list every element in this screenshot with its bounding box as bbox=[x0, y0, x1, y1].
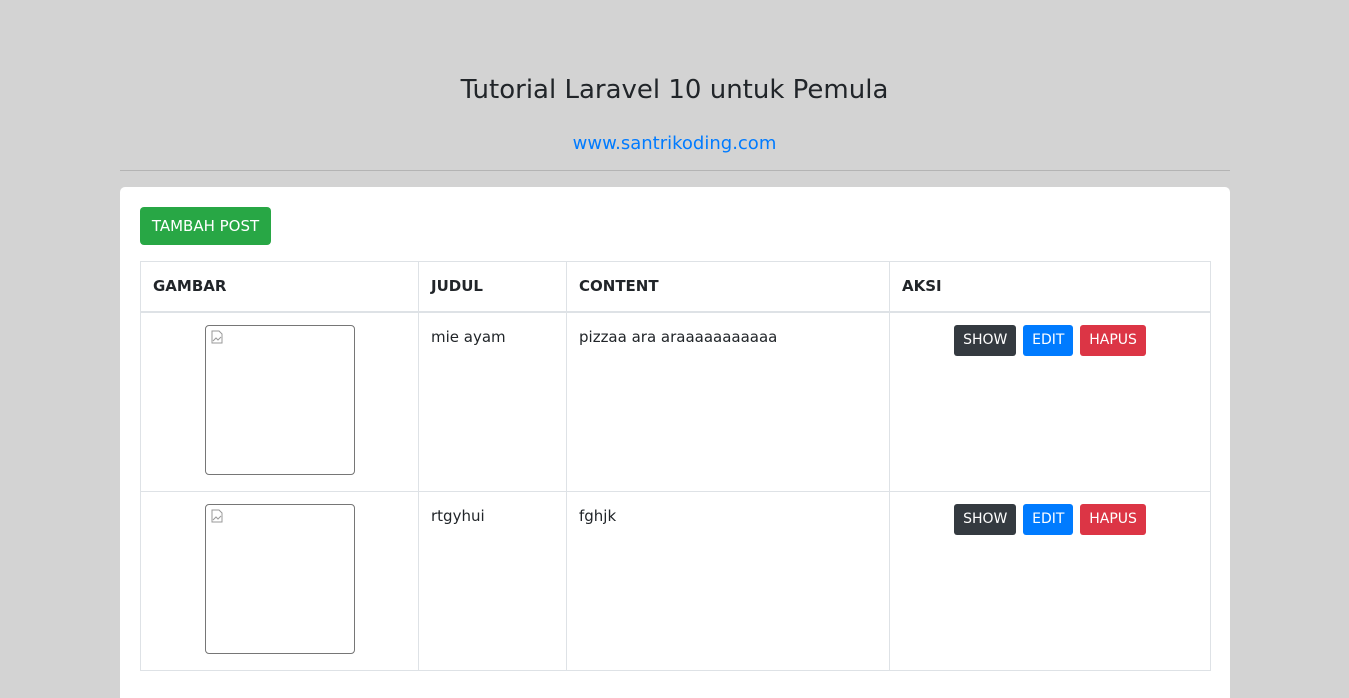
show-button[interactable]: SHOW bbox=[954, 324, 1017, 356]
broken-image-icon bbox=[211, 509, 222, 522]
content-cell: pizzaa ara araaaaaaaaaaa bbox=[566, 311, 890, 492]
delete-button[interactable]: HAPUS bbox=[1080, 503, 1146, 535]
add-post-button[interactable]: TAMBAH POST bbox=[140, 207, 271, 245]
broken-image-icon bbox=[211, 330, 222, 343]
column-header-judul: JUDUL bbox=[418, 261, 567, 313]
table-header-row: GAMBAR JUDUL CONTENT AKSI bbox=[140, 261, 1211, 313]
actions-cell: SHOW EDIT HAPUS bbox=[889, 311, 1211, 492]
site-link-wrapper: www.santrikoding.com bbox=[0, 132, 1349, 156]
column-header-aksi: AKSI bbox=[889, 261, 1211, 313]
posts-table: GAMBAR JUDUL CONTENT AKSI mie ayam pizza bbox=[140, 261, 1211, 671]
table-row: rtgyhui fghjk SHOW EDIT HAPUS bbox=[140, 490, 1211, 671]
post-image bbox=[204, 324, 355, 475]
judul-cell: mie ayam bbox=[418, 311, 567, 492]
page-title: Tutorial Laravel 10 untuk Pemula bbox=[460, 75, 889, 105]
table-row: mie ayam pizzaa ara araaaaaaaaaaa SHOW E… bbox=[140, 311, 1211, 492]
show-button[interactable]: SHOW bbox=[954, 503, 1017, 535]
edit-button[interactable]: EDIT bbox=[1023, 503, 1074, 535]
column-header-gambar: GAMBAR bbox=[140, 261, 419, 313]
site-link[interactable]: www.santrikoding.com bbox=[573, 133, 777, 154]
posts-card: TAMBAH POST GAMBAR JUDUL CONTENT AKSI mi… bbox=[120, 187, 1230, 698]
image-cell bbox=[140, 311, 419, 492]
divider bbox=[120, 170, 1230, 171]
judul-cell: rtgyhui bbox=[418, 490, 567, 671]
actions-cell: SHOW EDIT HAPUS bbox=[889, 490, 1211, 671]
post-image bbox=[204, 503, 355, 654]
image-cell bbox=[140, 490, 419, 671]
content-cell: fghjk bbox=[566, 490, 890, 671]
column-header-content: CONTENT bbox=[566, 261, 890, 313]
delete-button[interactable]: HAPUS bbox=[1080, 324, 1146, 356]
edit-button[interactable]: EDIT bbox=[1023, 324, 1074, 356]
